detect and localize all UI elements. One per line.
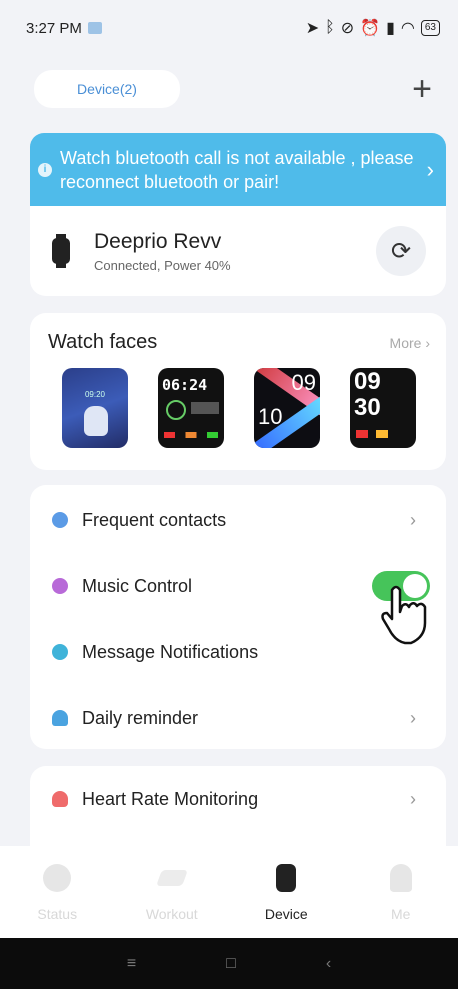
list-item-frequent-contacts[interactable]: Frequent contacts ›	[30, 487, 446, 553]
device-status: Connected, Power 40%	[94, 257, 231, 273]
alarm-icon: ⏰	[360, 20, 381, 37]
bluetooth-warning-banner[interactable]: i Watch bluetooth call is not available …	[30, 133, 446, 206]
watch-faces-title: Watch faces	[48, 331, 158, 353]
status-bar: 3:27 PM ➤ ᛒ ⊘ ⏰ ▮ ◠ 63	[0, 0, 458, 56]
chevron-right-icon: ›	[426, 156, 434, 182]
watch-face-1[interactable]: 09:20	[62, 368, 128, 448]
watch-icon	[276, 864, 297, 892]
music-icon	[52, 578, 68, 594]
device-selector-tab[interactable]: Device(2)	[34, 70, 180, 108]
tab-device[interactable]: Device	[229, 846, 344, 938]
message-icon	[52, 644, 68, 660]
plus-icon[interactable]: +	[404, 72, 440, 106]
workout-icon	[155, 870, 188, 886]
watch-faces-card: Watch faces More › 09:20 06:24 09 10 09 …	[30, 313, 446, 470]
signal-icon: ▮	[386, 20, 395, 37]
bluetooth-icon: ᛒ	[325, 19, 335, 36]
chevron-right-icon: ›	[410, 788, 416, 809]
heart-icon	[52, 791, 68, 807]
status-time: 3:27 PM	[26, 19, 82, 37]
system-nav-bar: ≡ □ ‹	[0, 938, 458, 989]
profile-icon	[389, 864, 412, 892]
gallery-notification-icon	[87, 22, 102, 34]
tab-me[interactable]: Me	[344, 846, 458, 938]
more-link[interactable]: More ›	[390, 335, 430, 351]
tab-status[interactable]: Status	[0, 846, 115, 938]
back-icon[interactable]: ‹	[326, 955, 331, 973]
mute-icon: ⊘	[340, 20, 355, 37]
battery-icon: 63	[420, 20, 440, 36]
pointing-hand-icon	[381, 585, 427, 645]
home-icon[interactable]: □	[226, 955, 236, 973]
device-card: Deeprio Revv Connected, Power 40% ⟳	[30, 206, 446, 296]
watch-icon	[52, 234, 70, 268]
wifi-icon: ◠	[400, 20, 415, 37]
device-name: Deeprio Revv	[94, 229, 222, 253]
status-icon	[43, 864, 72, 892]
watch-face-2[interactable]: 06:24	[158, 368, 224, 448]
chevron-right-icon: ›	[410, 707, 416, 728]
astronaut-icon	[84, 406, 108, 436]
contacts-icon	[52, 512, 68, 528]
watch-face-4[interactable]: 09 30	[350, 368, 416, 448]
watch-face-3[interactable]: 09 10	[254, 368, 320, 448]
device-header: Device(2) +	[34, 68, 440, 110]
chevron-right-icon: ›	[410, 509, 416, 530]
refresh-icon: ⟳	[390, 237, 412, 265]
list-item-daily-reminder[interactable]: Daily reminder ›	[30, 685, 446, 751]
info-icon: i	[38, 162, 52, 177]
menu-icon[interactable]: ≡	[127, 955, 136, 973]
bell-icon	[52, 710, 68, 726]
bottom-tab-bar: Status Workout Device Me	[0, 846, 458, 938]
banner-text: Watch bluetooth call is not available , …	[60, 147, 414, 192]
list-item-heart-rate[interactable]: Heart Rate Monitoring ›	[30, 766, 446, 832]
location-icon: ➤	[305, 20, 320, 37]
tab-workout[interactable]: Workout	[115, 846, 230, 938]
sync-button[interactable]: ⟳	[376, 226, 426, 276]
